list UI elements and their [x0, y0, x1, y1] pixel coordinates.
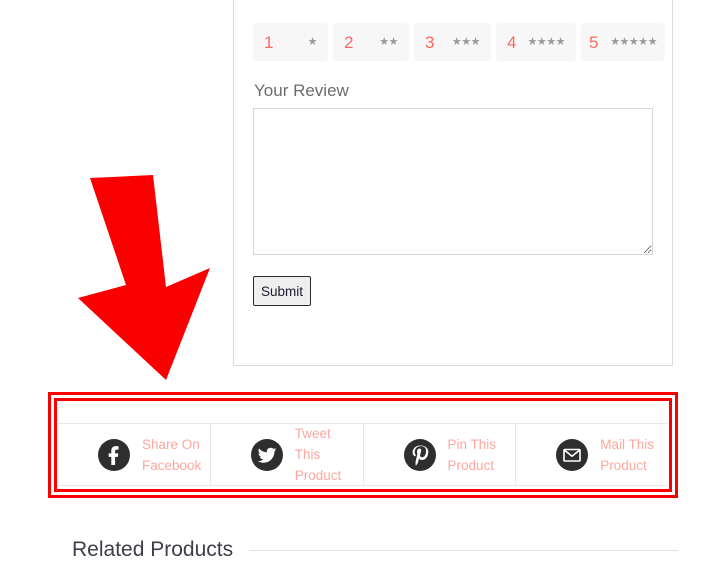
related-products-title: Related Products	[72, 538, 234, 561]
share-mail-label: Mail This Product	[600, 436, 655, 473]
rating-stars-2: ★★	[379, 35, 398, 48]
rating-stars-1: ★	[307, 35, 318, 48]
related-products-header: Related Products	[72, 538, 678, 562]
share-facebook-button[interactable]: Share On Facebook	[58, 423, 211, 486]
pinterest-icon	[403, 438, 436, 471]
social-share-bar: Share On Facebook Tweet This Product Pin…	[58, 423, 668, 486]
review-textarea[interactable]	[253, 108, 653, 255]
rating-value-3: 3	[425, 32, 435, 52]
rating-selector: 1 ★ 2 ★★ 3 ★★★ 4 ★★★★ 5 ★★★★★	[253, 23, 665, 61]
rating-option-2[interactable]: 2 ★★	[333, 23, 409, 61]
rating-value-1: 1	[264, 32, 274, 52]
rating-stars-4: ★★★★	[527, 35, 566, 48]
annotation-arrow-icon	[78, 175, 210, 380]
submit-review-button[interactable]: Submit	[253, 276, 311, 306]
rating-stars-3: ★★★	[451, 35, 481, 48]
share-facebook-label: Share On Facebook	[142, 436, 202, 473]
share-twitter-button[interactable]: Tweet This Product	[210, 423, 364, 486]
rating-stars-5: ★★★★★	[610, 35, 657, 48]
rating-option-4[interactable]: 4 ★★★★	[496, 23, 576, 61]
rating-option-3[interactable]: 3 ★★★	[414, 23, 491, 61]
rating-option-1[interactable]: 1 ★	[253, 23, 328, 61]
facebook-icon	[98, 438, 130, 471]
share-pinterest-button[interactable]: Pin This Product	[363, 423, 517, 486]
rating-value-4: 4	[507, 32, 517, 52]
mail-icon	[556, 438, 589, 471]
rating-value-5: 5	[589, 32, 599, 52]
rating-value-2: 2	[344, 32, 354, 52]
share-twitter-label: Tweet This Product	[294, 426, 342, 483]
related-products-divider	[249, 549, 678, 551]
rating-option-5[interactable]: 5 ★★★★★	[581, 23, 665, 61]
share-mail-button[interactable]: Mail This Product	[516, 423, 668, 486]
share-pinterest-label: Pin This Product	[447, 436, 497, 473]
twitter-icon	[250, 438, 283, 471]
review-field-label: Your Review	[254, 81, 349, 100]
